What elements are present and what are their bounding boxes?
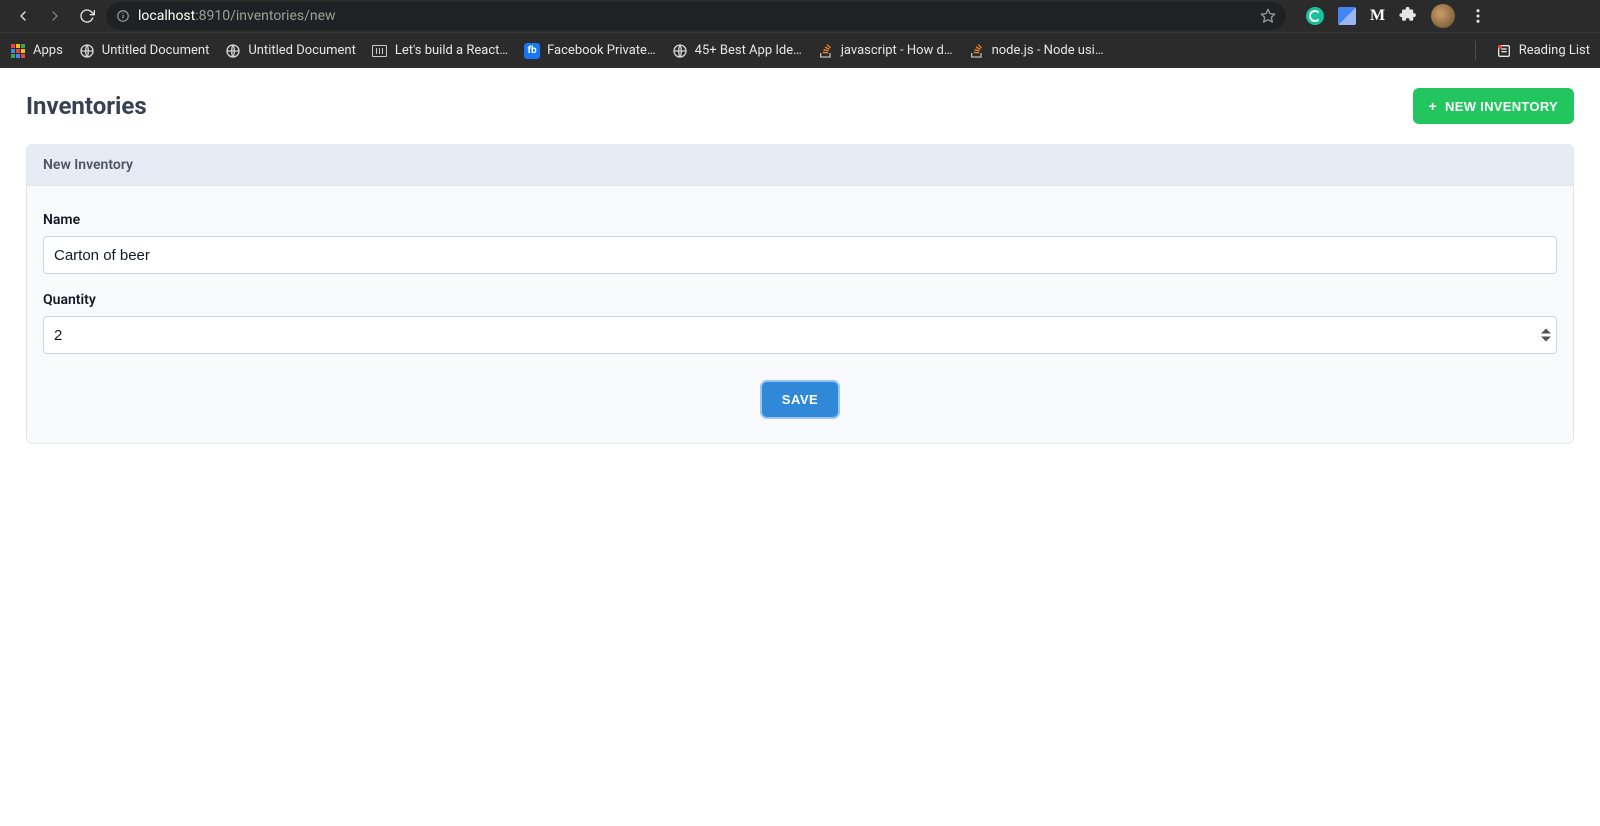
forward-button[interactable] <box>46 7 64 25</box>
nav-buttons <box>14 7 96 25</box>
bookmark-label: javascript - How d… <box>841 43 953 58</box>
bookmarks-bar: Apps Untitled Document Untitled Document… <box>0 32 1600 68</box>
stackoverflow-icon <box>969 43 985 59</box>
dev-icon <box>372 43 388 59</box>
browser-toolbar: localhost:8910/inventories/new M <box>0 0 1600 32</box>
globe-icon <box>79 43 95 59</box>
url-host: localhost <box>138 8 195 24</box>
bookmark-label: Let's build a React… <box>395 43 508 58</box>
reading-list[interactable]: Reading List <box>1496 43 1590 59</box>
bookmark-label: Apps <box>33 43 63 58</box>
save-wrap: SAVE <box>43 382 1557 417</box>
google-translate-extension-icon[interactable] <box>1338 7 1356 25</box>
bookmark-item[interactable]: Untitled Document <box>225 43 356 59</box>
separator <box>1475 41 1476 61</box>
quantity-input[interactable] <box>43 316 1557 354</box>
page-header: Inventories + NEW INVENTORY <box>26 88 1574 124</box>
page-title: Inventories <box>26 92 147 120</box>
stackoverflow-icon <box>818 43 834 59</box>
stepper-down-icon[interactable] <box>1541 336 1551 343</box>
bookmark-label: 45+ Best App Ide… <box>695 43 802 58</box>
grammarly-extension-icon[interactable] <box>1306 7 1324 25</box>
bookmark-item[interactable]: fb Facebook Private… <box>524 43 656 59</box>
new-inventory-label: NEW INVENTORY <box>1445 99 1558 114</box>
card-body: Name Quantity SAVE <box>27 186 1573 443</box>
medium-extension-icon[interactable]: M <box>1370 7 1385 25</box>
extensions: M <box>1306 4 1487 28</box>
chrome-menu-icon[interactable] <box>1469 7 1487 25</box>
facebook-icon: fb <box>524 43 540 59</box>
globe-icon <box>672 43 688 59</box>
url-path: :8910/inventories/new <box>195 8 335 24</box>
name-label: Name <box>43 212 1557 228</box>
reading-list-icon <box>1496 43 1512 59</box>
bookmark-item[interactable]: Untitled Document <box>79 43 210 59</box>
new-inventory-card: New Inventory Name Quantity SAVE <box>26 144 1574 444</box>
bookmark-label: Untitled Document <box>102 43 210 58</box>
bookmark-label: node.js - Node usi… <box>992 43 1104 58</box>
plus-icon: + <box>1429 98 1437 114</box>
apps-shortcut[interactable]: Apps <box>10 43 63 59</box>
bookmark-item[interactable]: javascript - How d… <box>818 43 953 59</box>
address-bar[interactable]: localhost:8910/inventories/new <box>106 2 1286 30</box>
bookmark-item[interactable]: 45+ Best App Ide… <box>672 43 802 59</box>
card-header: New Inventory <box>27 145 1573 186</box>
site-info-icon <box>116 9 130 23</box>
url: localhost:8910/inventories/new <box>138 8 336 24</box>
bookmark-label: Reading List <box>1519 43 1590 58</box>
globe-icon <box>225 43 241 59</box>
apps-icon <box>10 43 26 59</box>
bookmark-item[interactable]: node.js - Node usi… <box>969 43 1104 59</box>
quantity-label: Quantity <box>43 292 1557 308</box>
extensions-menu-icon[interactable] <box>1399 5 1417 27</box>
name-input[interactable] <box>43 236 1557 274</box>
bookmark-star-icon[interactable] <box>1260 8 1276 24</box>
bookmark-label: Untitled Document <box>248 43 356 58</box>
bookmark-label: Facebook Private… <box>547 43 656 58</box>
quantity-stepper <box>1541 328 1551 343</box>
back-button[interactable] <box>14 7 32 25</box>
new-inventory-button[interactable]: + NEW INVENTORY <box>1413 88 1574 124</box>
profile-avatar[interactable] <box>1431 4 1455 28</box>
bookmark-item[interactable]: Let's build a React… <box>372 43 508 59</box>
form-group-quantity: Quantity <box>43 292 1557 354</box>
stepper-up-icon[interactable] <box>1541 328 1551 335</box>
form-group-name: Name <box>43 212 1557 274</box>
page-content: Inventories + NEW INVENTORY New Inventor… <box>0 68 1600 464</box>
reload-button[interactable] <box>78 7 96 25</box>
save-button[interactable]: SAVE <box>762 382 838 417</box>
